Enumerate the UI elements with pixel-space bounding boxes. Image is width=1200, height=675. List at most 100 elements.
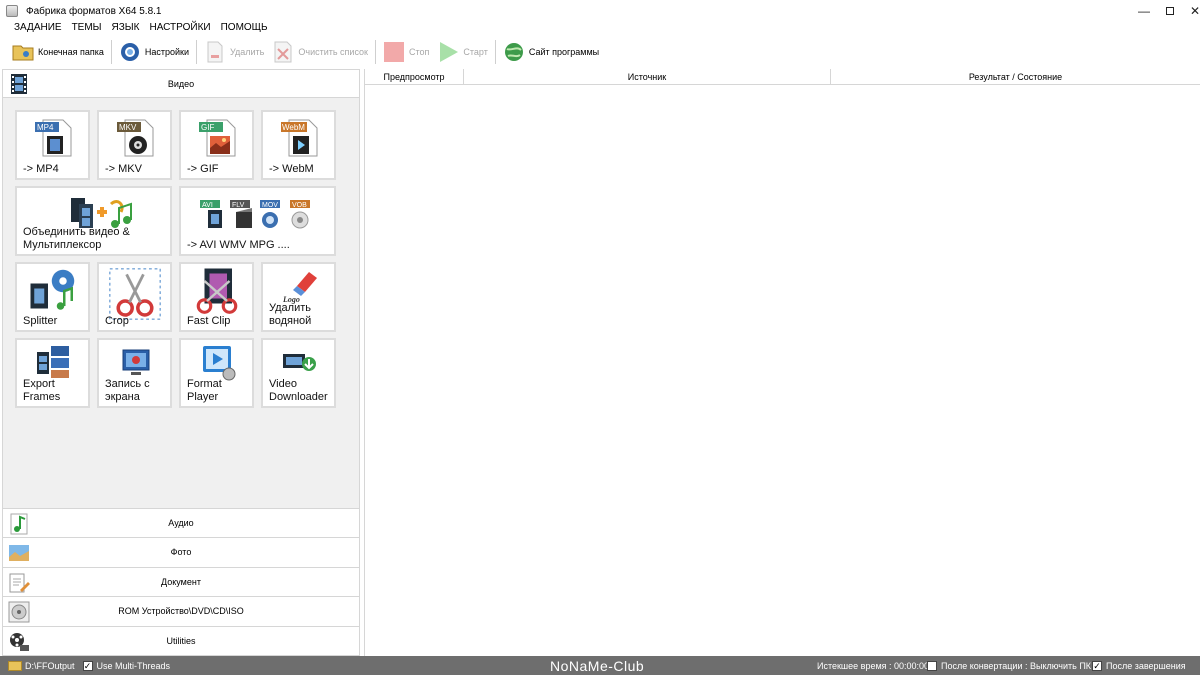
svg-text:WebM: WebM	[282, 123, 305, 132]
audio-category-label: Аудио	[168, 517, 194, 528]
multi-format-icons: AVI FLV MOV VOB	[199, 200, 310, 229]
multithreads-checkbox[interactable]: ✓	[82, 660, 93, 671]
film-strip-icon	[9, 73, 29, 95]
toolbar-separator	[375, 40, 376, 64]
gif-file-icon: GIF	[198, 119, 235, 157]
video-category-header[interactable]: Видео	[3, 70, 359, 98]
video-category-label: Видео	[167, 78, 195, 89]
column-result-status[interactable]: Результат / Состояние	[831, 69, 1200, 85]
maximize-button[interactable]	[1156, 0, 1184, 22]
elapsed-time-label: Истекшее время : 00:00:00	[817, 660, 930, 671]
start-label: Старт	[463, 47, 488, 57]
clear-list-button[interactable]: Очистить список	[268, 39, 372, 65]
menu-help[interactable]: ПОМОЩЬ	[216, 20, 273, 36]
output-path[interactable]: D:\FFOutput	[25, 661, 75, 671]
tile-label: Удалить водяной	[269, 302, 312, 327]
svg-text:AVI: AVI	[202, 202, 213, 209]
svg-text:FLV: FLV	[232, 202, 245, 209]
column-preview[interactable]: Предпросмотр	[365, 69, 464, 85]
tile-label: Splitter	[23, 315, 58, 327]
disc-drive-icon	[8, 601, 30, 623]
tile-to-mkv[interactable]: MKV -> MKV	[97, 110, 172, 180]
document-category-label: Документ	[161, 576, 201, 587]
utilities-reel-icon	[8, 631, 30, 653]
tile-to-webm[interactable]: WebM -> WebM	[261, 110, 336, 180]
output-folder-label: Конечная папка	[38, 47, 104, 57]
tile-to-other-formats[interactable]: AVI FLV MOV VOB -> AVI WMV MPG ....	[179, 186, 336, 256]
app-icon	[6, 5, 18, 17]
tile-label: -> MKV	[105, 163, 142, 175]
toolbar-separator	[196, 40, 197, 64]
tile-label: Объединить видео & Мультиплексор	[23, 226, 130, 251]
audio-category-header[interactable]: Аудио	[3, 507, 359, 537]
tile-label: -> MP4	[23, 163, 59, 175]
screen-record-icon	[122, 349, 149, 375]
on-finish-label: После завершения	[1106, 660, 1186, 671]
tile-label: -> GIF	[187, 163, 219, 175]
tile-to-mp4[interactable]: MP4 -> MP4	[15, 110, 90, 180]
document-pencil-icon	[8, 572, 30, 594]
tile-crop[interactable]: Crop	[97, 262, 172, 332]
elapsed-time: Истекшее время : 00:00:00	[817, 656, 929, 675]
mp4-file-icon: MP4	[34, 119, 71, 157]
on-finish-checkbox[interactable]: ✓	[1092, 660, 1102, 671]
menu-language[interactable]: ЯЗЫК	[107, 20, 145, 36]
minimize-button[interactable]: —	[1130, 0, 1158, 22]
tile-merge-multiplexer[interactable]: Объединить видео & Мультиплексор	[15, 186, 172, 256]
on-finish-option: ✓ После завершения	[1092, 656, 1186, 675]
after-conversion-label: После конвертации : Выключить ПК	[941, 660, 1092, 671]
utilities-category-header[interactable]: Utilities	[3, 625, 359, 655]
tile-label: Video Downloader	[269, 378, 328, 403]
start-button[interactable]: Старт	[433, 39, 491, 65]
document-category-header[interactable]: Документ	[3, 566, 359, 596]
delete-label: Удалить	[230, 47, 265, 57]
mkv-file-icon: MKV	[116, 119, 153, 157]
stop-button[interactable]: Стоп	[379, 39, 433, 65]
website-label: Сайт программы	[528, 47, 600, 57]
column-source[interactable]: Источник	[464, 69, 831, 85]
window-title: Фабрика форматов X64 5.8.1	[26, 5, 162, 17]
output-folder-button[interactable]: Конечная папка	[8, 39, 108, 65]
multithreads-label: Use Multi-Threads	[96, 660, 171, 671]
tile-screen-record[interactable]: Запись с экрана	[97, 338, 172, 408]
format-player-icon	[202, 346, 235, 381]
svg-text:MP4: MP4	[37, 123, 54, 132]
splitter-icon	[30, 269, 74, 310]
svg-text:VOB: VOB	[292, 202, 307, 209]
video-tools-grid: MP4 -> MP4 MKV -> MKV GIF -> GIF WebM ->…	[15, 110, 345, 410]
menu-themes[interactable]: ТЕМЫ	[67, 20, 107, 36]
menu-settings[interactable]: НАСТРОЙКИ	[145, 20, 216, 36]
settings-button[interactable]: Настройки	[115, 39, 193, 65]
delete-button[interactable]: Удалить	[200, 39, 268, 65]
photo-category-header[interactable]: Фото	[3, 537, 359, 567]
close-button[interactable]: ✕	[1181, 0, 1200, 22]
stop-label: Стоп	[409, 47, 430, 57]
maximize-icon	[1166, 7, 1174, 15]
output-folder-icon	[8, 660, 22, 671]
tile-splitter[interactable]: Splitter	[15, 262, 90, 332]
after-conversion-option: После конвертации : Выключить ПК	[927, 656, 1091, 675]
tile-label: Format Player	[187, 378, 222, 403]
stop-icon	[383, 41, 405, 63]
task-list[interactable]: Предпросмотр Источник Результат / Состоя…	[364, 69, 1200, 656]
tile-label: Crop	[105, 315, 129, 327]
tile-format-player[interactable]: Format Player	[179, 338, 254, 408]
delete-document-icon	[204, 41, 226, 63]
menu-bar: ЗАДАНИЕ ТЕМЫ ЯЗЫК НАСТРОЙКИ ПОМОЩЬ	[0, 20, 273, 36]
tile-to-gif[interactable]: GIF -> GIF	[179, 110, 254, 180]
website-button[interactable]: Сайт программы	[499, 39, 603, 65]
video-downloader-icon	[282, 354, 316, 371]
tile-export-frames[interactable]: Export Frames	[15, 338, 90, 408]
menu-task[interactable]: ЗАДАНИЕ	[0, 20, 67, 36]
watermark-text: NoNaMe-Club	[550, 657, 645, 674]
rom-device-category-header[interactable]: ROM Устройство\DVD\CD\ISO	[3, 596, 359, 626]
tile-remove-watermark[interactable]: Logo Удалить водяной	[261, 262, 336, 332]
tile-fast-clip[interactable]: Fast Clip	[179, 262, 254, 332]
photo-category-label: Фото	[170, 547, 192, 558]
settings-label: Настройки	[144, 47, 189, 57]
after-conversion-checkbox[interactable]	[927, 660, 937, 671]
clear-list-label: Очистить список	[298, 47, 368, 57]
toolbar-separator	[110, 40, 112, 64]
tile-video-downloader[interactable]: Video Downloader	[261, 338, 336, 408]
utilities-category-label: Utilities	[166, 635, 196, 646]
